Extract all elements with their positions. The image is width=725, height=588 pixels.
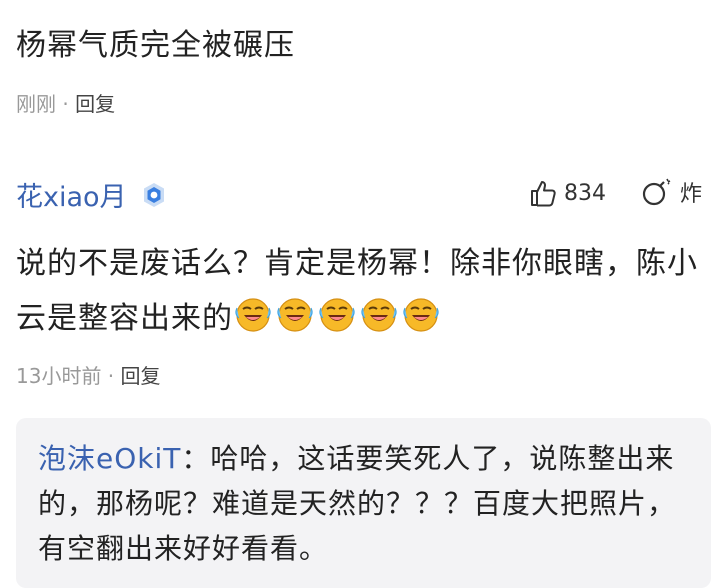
comment-body: 说的不是废话么？肯定是杨幂！除非你眼瞎，陈小云是整容出来的 bbox=[16, 236, 711, 346]
top-comment-reply-button[interactable]: 回复 bbox=[75, 92, 115, 116]
reply-username[interactable]: 泡沫eOkiT bbox=[38, 442, 181, 475]
laughing-crying-emoji-icon bbox=[361, 298, 397, 332]
like-button[interactable]: 834 bbox=[528, 178, 606, 208]
like-count: 834 bbox=[564, 180, 606, 206]
laughing-crying-emoji-icon bbox=[235, 298, 271, 332]
comment-author-row: 花xiao月 bbox=[16, 175, 167, 214]
comment-time: 13小时前 bbox=[16, 364, 102, 388]
bomb-label: 炸 bbox=[680, 182, 703, 207]
laughing-crying-emoji-icon bbox=[277, 298, 313, 332]
bomb-button[interactable]: 炸 bbox=[640, 176, 702, 208]
thumbs-up-icon bbox=[531, 181, 556, 207]
reply-colon: ： bbox=[181, 442, 211, 475]
top-comment-meta: 刚刚 · 回复 bbox=[16, 88, 115, 117]
top-comment-text: 杨幂气质完全被碾压 bbox=[16, 28, 295, 63]
top-comment-time: 刚刚 bbox=[16, 92, 56, 116]
verified-badge-icon bbox=[143, 182, 164, 207]
comment-meta: 13小时前 · 回复 bbox=[16, 360, 161, 389]
comment-reply-button[interactable]: 回复 bbox=[121, 364, 161, 388]
laughing-crying-emoji-icon bbox=[319, 298, 355, 332]
bomb-icon bbox=[642, 178, 671, 206]
nested-reply: 泡沫eOkiT：哈哈，这话要笑死人了，说陈整出来的，那杨呢？难道是天然的？？？百… bbox=[38, 436, 678, 571]
emoji-row bbox=[233, 298, 443, 336]
meta-separator: · bbox=[101, 364, 121, 388]
laughing-crying-emoji-icon bbox=[403, 298, 439, 332]
comment-username[interactable]: 花xiao月 bbox=[16, 175, 127, 214]
meta-separator: · bbox=[56, 92, 76, 116]
